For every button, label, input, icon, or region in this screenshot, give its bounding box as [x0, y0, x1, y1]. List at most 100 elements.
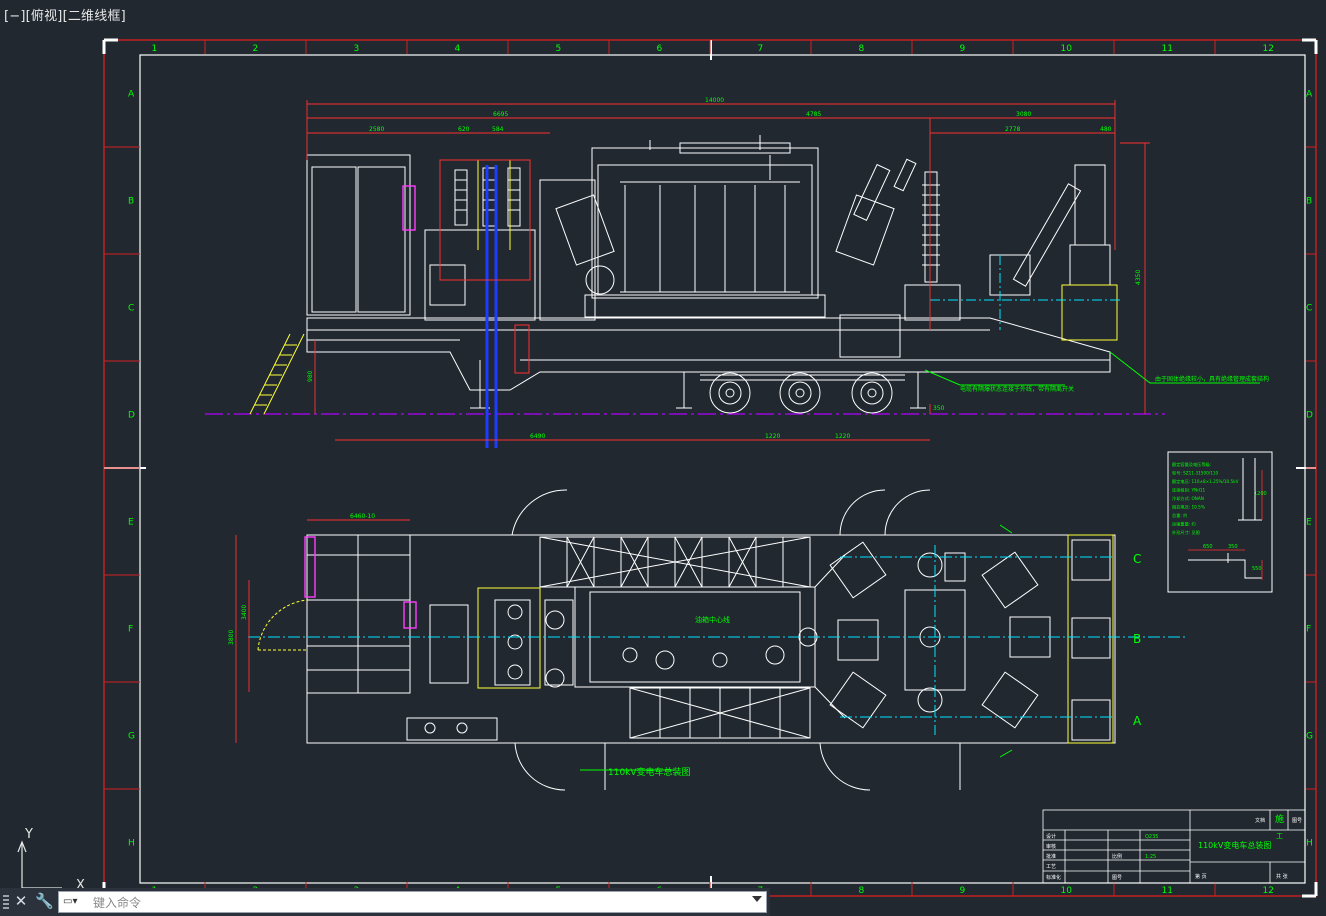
tb-sheet: 第 页: [1195, 873, 1207, 880]
detail-spec-line: 总重: 约: [1172, 512, 1187, 519]
phase-c-label: C: [1133, 552, 1141, 566]
frame-col-label: 7: [758, 44, 764, 54]
dim-height: 4350: [1135, 270, 1142, 285]
note-right: 由于固体绝缘较小，具有绝缘管理成套结构: [1155, 375, 1269, 383]
plan-dim-width: 6460-10: [350, 513, 375, 520]
plan-dim-depth-b: 3400: [241, 605, 248, 620]
dim-sub-e: 480: [1100, 126, 1112, 133]
detail-spec-line: 额定电压: 110±8×1.25%/10.5kV: [1172, 478, 1239, 485]
grip-handle-icon[interactable]: [3, 895, 9, 909]
dim-sub-d: 2778: [1005, 126, 1020, 133]
plan-view: [235, 489, 1185, 791]
frame-col-label: 1: [152, 44, 158, 54]
frame-col-label: 2: [253, 44, 259, 54]
frame-col-label: 4: [455, 44, 461, 54]
frame-row-label: B: [1306, 197, 1312, 207]
frame-col-label: 12: [1263, 886, 1274, 896]
tb-design: 设计: [1046, 833, 1056, 840]
dim-axle-c: 1220: [835, 433, 850, 440]
frame-row-label: D: [1306, 411, 1313, 421]
tb-scale-val: 1:25: [1145, 854, 1156, 860]
frame-col-label: 12: [1263, 44, 1274, 54]
command-history-arrow-icon[interactable]: [752, 896, 762, 902]
tb-std: 标准化: [1046, 874, 1061, 881]
plan-title: 110kV变电车总装图: [608, 766, 691, 778]
tb-check: 审核: [1046, 843, 1056, 850]
dim-left-span: 6695: [493, 111, 508, 118]
tb-scale-label: 比例: [1112, 853, 1122, 860]
frame-row-label: H: [128, 839, 135, 849]
command-line-bar: ✕ 🔧 ▭▾: [0, 888, 770, 916]
frame-col-label: 10: [1061, 44, 1073, 54]
frame-row-label: B: [128, 197, 134, 207]
frame-col-label: 6: [657, 44, 663, 54]
frame-row-label: A: [128, 90, 135, 100]
ucs-icon: [17, 840, 62, 889]
note-middle: 电缆有隔爆状态连接于外线，带有隔离开关: [960, 385, 1074, 393]
command-prompt-icon[interactable]: ▭▾: [63, 895, 85, 909]
detail-spec-line: 阻抗电压: 10.5%: [1172, 504, 1205, 511]
drawing-canvas[interactable]: 123456789101112 123456789101112 ABCDEFGH…: [0, 0, 1326, 916]
frame-col-label: 8: [859, 44, 865, 54]
tb-proc: 工艺: [1046, 864, 1056, 870]
frame-col-label: 10: [1061, 886, 1073, 896]
title-stamp-a: 文档: [1255, 817, 1265, 824]
tb-mat-val: Q235: [1145, 834, 1158, 840]
detail-spec-line: 运输重量: 约: [1172, 521, 1196, 528]
frame-row-label: D: [128, 411, 135, 421]
frame-row-label: C: [1306, 304, 1312, 314]
command-field: ▭▾: [58, 891, 767, 913]
dim-sub-b: 620: [458, 126, 470, 133]
dim-ground: 980: [307, 370, 314, 382]
frame-col-label: 5: [556, 44, 562, 54]
frame-row-label: F: [1306, 625, 1311, 635]
dim-sub-a: 2580: [369, 126, 384, 133]
detail-dim-w1: 650: [1203, 544, 1213, 550]
phase-a-label: A: [1133, 714, 1142, 728]
detail-spec-line: 外形尺寸: 见图: [1172, 529, 1200, 536]
frame-row-label: C: [128, 304, 134, 314]
detail-dim-v: 550: [1252, 566, 1262, 572]
frame-row-label: H: [1306, 839, 1313, 849]
dim-axle-b: 1220: [765, 433, 780, 440]
dim-clear: 350: [933, 405, 945, 412]
detail-spec-line: 额定容量及电压等级:: [1172, 461, 1211, 468]
dim-sub-c: 584: [492, 126, 504, 133]
title-stamp-c: 图号: [1292, 818, 1302, 824]
side-elevation-view: [205, 100, 1260, 448]
plan-dim-depth-a: 3800: [228, 630, 235, 645]
detail-dim-w2: 350: [1228, 544, 1238, 550]
dim-axle-a: 6490: [530, 433, 545, 440]
frame-row-label: G: [128, 732, 135, 742]
detail-box: 额定容量及电压等级: 型号: SZ11-31500/110额定电压: 110±8×…: [1167, 451, 1273, 593]
detail-dim-h: 1200: [1254, 491, 1267, 497]
title-stamp-b: 施: [1275, 813, 1284, 825]
tb-total: 共 张: [1276, 873, 1288, 880]
frame-row-label: G: [1306, 732, 1313, 742]
frame-col-label: 3: [354, 44, 360, 54]
ucs-y-label: Y: [24, 827, 33, 842]
frame-row-label: A: [1306, 90, 1313, 100]
detail-spec-line: 冷却方式: ONAN: [1172, 495, 1204, 502]
frame-col-label: 9: [960, 886, 966, 896]
detail-spec-line: 型号: SZ11-31500/110: [1172, 470, 1219, 477]
phase-b-label: B: [1133, 632, 1141, 646]
plan-center-label: 油箱中心线: [695, 615, 730, 624]
tb-code-label: 图号: [1112, 875, 1122, 881]
frame-row-label: F: [128, 625, 133, 635]
wrench-icon[interactable]: 🔧: [35, 891, 54, 911]
frame-row-label: E: [128, 518, 134, 528]
title-block-title: 110kV变电车总装图: [1198, 840, 1271, 850]
frame-col-label: 11: [1162, 44, 1173, 54]
close-icon[interactable]: ✕: [13, 891, 29, 911]
tb-approve: 批准: [1046, 853, 1056, 860]
detail-spec-line: 连接组别: YNd11: [1172, 487, 1206, 494]
frame-col-label: 8: [859, 886, 865, 896]
drawing-frame: 123456789101112 123456789101112 ABCDEFGH…: [102, 38, 1318, 898]
dim-right-upper: 3080: [1016, 111, 1031, 118]
dim-overall: 14000: [705, 97, 724, 104]
command-input[interactable]: [91, 893, 735, 913]
dim-right-span: 4785: [806, 111, 821, 118]
frame-col-label: 11: [1162, 886, 1173, 896]
frame-row-label: E: [1306, 518, 1312, 528]
